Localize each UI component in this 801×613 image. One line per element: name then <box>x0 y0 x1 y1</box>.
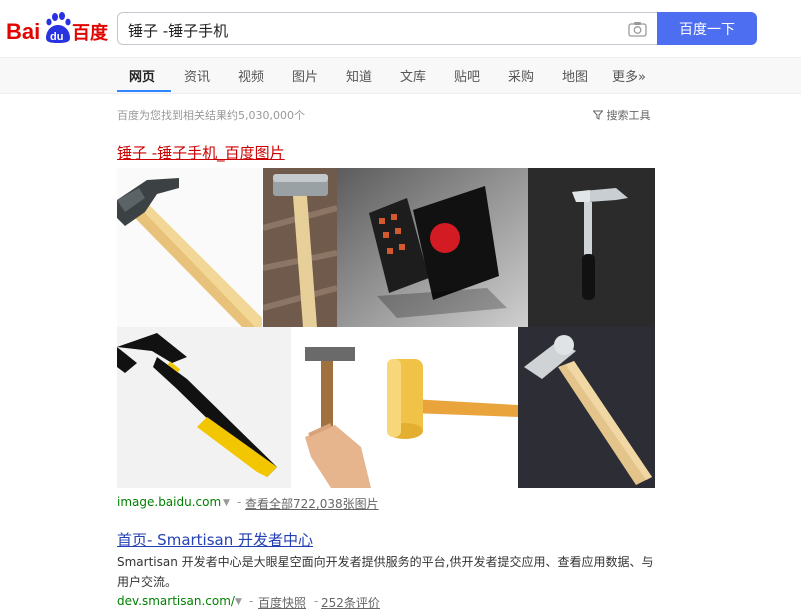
hammer-image-8[interactable] <box>518 327 655 488</box>
svg-text:du: du <box>50 31 63 43</box>
result-count: 百度为您找到相关结果约5,030,000个 <box>117 109 305 122</box>
search-tools-label: 搜索工具 <box>606 109 651 122</box>
separator: - <box>237 495 242 509</box>
tab-video[interactable]: 视频 <box>238 66 264 85</box>
svg-text:百度: 百度 <box>72 22 109 44</box>
search-box <box>117 12 657 45</box>
cache-link[interactable]: 百度快照 <box>258 594 306 611</box>
tab-map[interactable]: 地图 <box>562 66 588 85</box>
separator: - <box>249 594 254 608</box>
tab-zhidao[interactable]: 知道 <box>346 66 372 85</box>
tab-caigou[interactable]: 采购 <box>508 66 534 85</box>
result-source-images: image.baidu.com <box>117 495 222 509</box>
hammer-image-4[interactable] <box>528 168 655 327</box>
search-tools[interactable]: 搜索工具 <box>592 107 651 123</box>
active-tab-indicator <box>117 90 171 92</box>
hammer-image-5[interactable] <box>117 327 291 488</box>
camera-icon[interactable] <box>628 21 647 37</box>
result-source-smartisan: dev.smartisan.com/ <box>117 594 235 608</box>
tab-tieba[interactable]: 贴吧 <box>454 66 480 85</box>
dropdown-arrow-icon[interactable]: ▼ <box>223 498 230 508</box>
dropdown-arrow-icon[interactable]: ▼ <box>235 597 242 607</box>
result-description: Smartisan 开发者中心是大眼星空面向开发者提供服务的平台,供开发者提交应… <box>117 555 654 589</box>
tab-web[interactable]: 网页 <box>129 66 155 85</box>
hammer-image-7[interactable] <box>381 327 518 488</box>
tab-more[interactable]: 更多» <box>612 66 646 85</box>
smartisan-phone-image[interactable] <box>337 168 528 327</box>
svg-text:Bai: Bai <box>6 19 40 44</box>
result-title-smartisan[interactable]: 首页- Smartisan 开发者中心 <box>117 529 313 550</box>
baidu-logo[interactable]: Bai du 百度 <box>6 10 110 46</box>
tab-images[interactable]: 图片 <box>292 66 318 85</box>
tab-wenku[interactable]: 文库 <box>400 66 426 85</box>
search-input[interactable] <box>126 18 610 42</box>
baidu-paw-icon: Bai du 百度 <box>6 12 109 44</box>
separator: - <box>314 594 319 608</box>
hammer-image-2[interactable] <box>263 168 337 327</box>
reviews-link[interactable]: 252条评价 <box>321 594 380 611</box>
header: Bai du 百度 百度一下 <box>0 0 801 57</box>
hammer-image-1[interactable] <box>117 168 262 327</box>
search-button[interactable]: 百度一下 <box>657 12 757 45</box>
hammer-image-6[interactable] <box>291 327 381 488</box>
tab-news[interactable]: 资讯 <box>184 66 210 85</box>
view-all-images-link[interactable]: 查看全部722,038张图片 <box>245 495 379 512</box>
filter-icon <box>592 109 607 122</box>
result-title-images[interactable]: 锤子 -锤子手机_百度图片 <box>117 142 285 163</box>
